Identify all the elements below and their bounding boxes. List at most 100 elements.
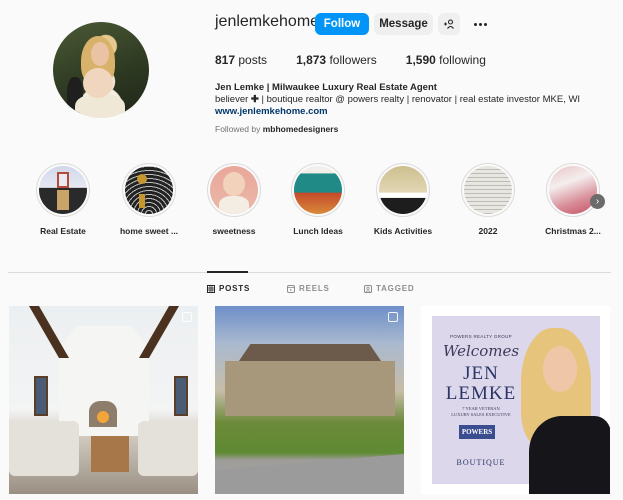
chevron-right-icon: › [595, 196, 600, 207]
tab-reels[interactable]: REELS [287, 284, 330, 293]
highlight-kids-activities[interactable]: Kids Activities [358, 163, 448, 236]
message-button[interactable]: Message [374, 13, 433, 35]
highlight-label: 2022 [478, 226, 498, 236]
post-thumbnail[interactable] [9, 306, 198, 494]
active-tab-indicator [207, 271, 248, 273]
dot [483, 22, 487, 26]
highlight-ring [461, 163, 515, 217]
profile-stats: 817 posts 1,873 followers 1,590 followin… [215, 53, 515, 67]
tab-tagged[interactable]: TAGGED [364, 284, 414, 293]
post-overlay-tagline: 7 YEAR VETERAN LUXURY SALES EXECUTIVE [433, 406, 529, 418]
highlight-label: Real Estate [40, 226, 86, 236]
profile-bio: Jen Lemke | Milwaukee Luxury Real Estate… [215, 82, 580, 118]
bio-text: believer ✚ | boutique realtor @ powers r… [215, 94, 580, 106]
highlight-home-sweet[interactable]: home sweet ... [104, 163, 194, 236]
profile-username: jenlemkehome [215, 13, 320, 30]
highlight-cover [125, 166, 173, 214]
carousel-icon [182, 312, 192, 322]
tab-label: POSTS [219, 284, 251, 293]
dot [478, 22, 482, 26]
followed-by[interactable]: Followed by mbhomedesigners [215, 124, 338, 134]
brass-knob-shape [137, 174, 147, 184]
reels-icon [287, 284, 295, 293]
highlight-ring [207, 163, 261, 217]
post-overlay-company: POWERS REALTY GROUP [450, 334, 512, 339]
post-image-detail [34, 376, 48, 416]
child-face-shape [223, 172, 245, 196]
post-image-detail [225, 361, 395, 416]
posts-label: posts [238, 53, 268, 67]
post-image-detail [138, 306, 180, 358]
followers-stat[interactable]: 1,873 followers [296, 53, 377, 67]
highlight-label: home sweet ... [119, 226, 179, 236]
grid-icon [207, 284, 215, 293]
add-user-icon [444, 19, 454, 29]
highlight-cover [379, 166, 427, 214]
suggest-users-button[interactable] [438, 13, 460, 35]
post-image-detail [89, 401, 117, 427]
profile-display-name: Jen Lemke | Milwaukee Luxury Real Estate… [215, 82, 437, 93]
post-overlay-footer: BOUTIQUE [456, 458, 506, 467]
carousel-icon [388, 312, 398, 322]
post-overlay-tagline2: LUXURY SALES EXECUTIVE [451, 412, 511, 417]
highlight-cover [464, 166, 512, 214]
cross-icon: ✚ [250, 94, 259, 105]
highlight-ring [291, 163, 345, 217]
profile-avatar[interactable] [53, 22, 149, 118]
tab-label: TAGGED [376, 284, 415, 293]
followed-by-user[interactable]: mbhomedesigners [263, 124, 339, 134]
post-image-detail [215, 454, 404, 494]
post-thumbnail[interactable]: POWERS REALTY GROUP Welcomes JEN LEMKE 7… [421, 306, 610, 494]
followers-label: followers [329, 53, 377, 67]
post-overlay-name-line2: LEMKE [445, 383, 517, 404]
post-image-person [521, 328, 610, 494]
follow-button[interactable]: Follow [315, 13, 369, 35]
post-overlay-script: Welcomes [442, 342, 520, 360]
highlight-label: sweetness [212, 226, 256, 236]
highlight-cover [39, 166, 87, 214]
post-image-detail [91, 436, 129, 472]
followed-by-prefix: Followed by [215, 124, 263, 134]
highlight-sweetness[interactable]: sweetness [189, 163, 279, 236]
powers-logo: POWERS [459, 425, 495, 439]
post-overlay-name: JEN LEMKE [433, 364, 529, 404]
more-options-icon[interactable] [470, 14, 490, 34]
tagged-icon [364, 284, 372, 293]
highlight-ring [36, 163, 90, 217]
post-image-detail [138, 421, 198, 476]
posts-stat: 817 posts [215, 53, 267, 67]
posts-count: 817 [215, 53, 236, 67]
bio-suffix: | boutique realtor @ powers realty | ren… [258, 94, 581, 105]
avatar-detail [83, 68, 113, 98]
post-image-detail [529, 416, 610, 494]
bio-prefix: believer [215, 94, 249, 105]
dot [473, 22, 477, 26]
avatar-detail [91, 42, 109, 66]
tabs-divider [8, 272, 611, 273]
highlight-label: Christmas 2... [545, 226, 601, 236]
highlight-lunch-ideas[interactable]: Lunch Ideas [273, 163, 363, 236]
post-thumbnail[interactable] [215, 306, 404, 494]
highlight-cover [294, 166, 342, 214]
highlight-cover [549, 166, 597, 214]
highlight-ring [122, 163, 176, 217]
tab-label: REELS [299, 284, 330, 293]
post-image-detail [28, 306, 70, 358]
story-highlights: Real Estate home sweet ... sweetness Lun… [0, 163, 623, 243]
following-stat[interactable]: 1,590 following [406, 53, 486, 67]
profile-page: jenlemkehome Follow Message 817 posts 1,… [0, 0, 623, 500]
highlight-label: Kids Activities [373, 226, 433, 236]
highlight-label: Lunch Ideas [293, 226, 343, 236]
highlights-next-button[interactable]: › [590, 194, 605, 209]
highlight-2022[interactable]: 2022 [443, 163, 533, 236]
highlight-ring [546, 163, 600, 217]
post-image-detail [543, 346, 577, 392]
window-shape [57, 172, 69, 188]
tab-posts[interactable]: POSTS [207, 284, 250, 293]
profile-website-link[interactable]: www.jenlemkehome.com [215, 106, 580, 118]
post-overlay-name-line1: JEN [463, 363, 499, 384]
highlight-real-estate[interactable]: Real Estate [18, 163, 108, 236]
door-shape [57, 190, 69, 210]
highlight-ring [376, 163, 430, 217]
child-body-shape [219, 196, 249, 214]
